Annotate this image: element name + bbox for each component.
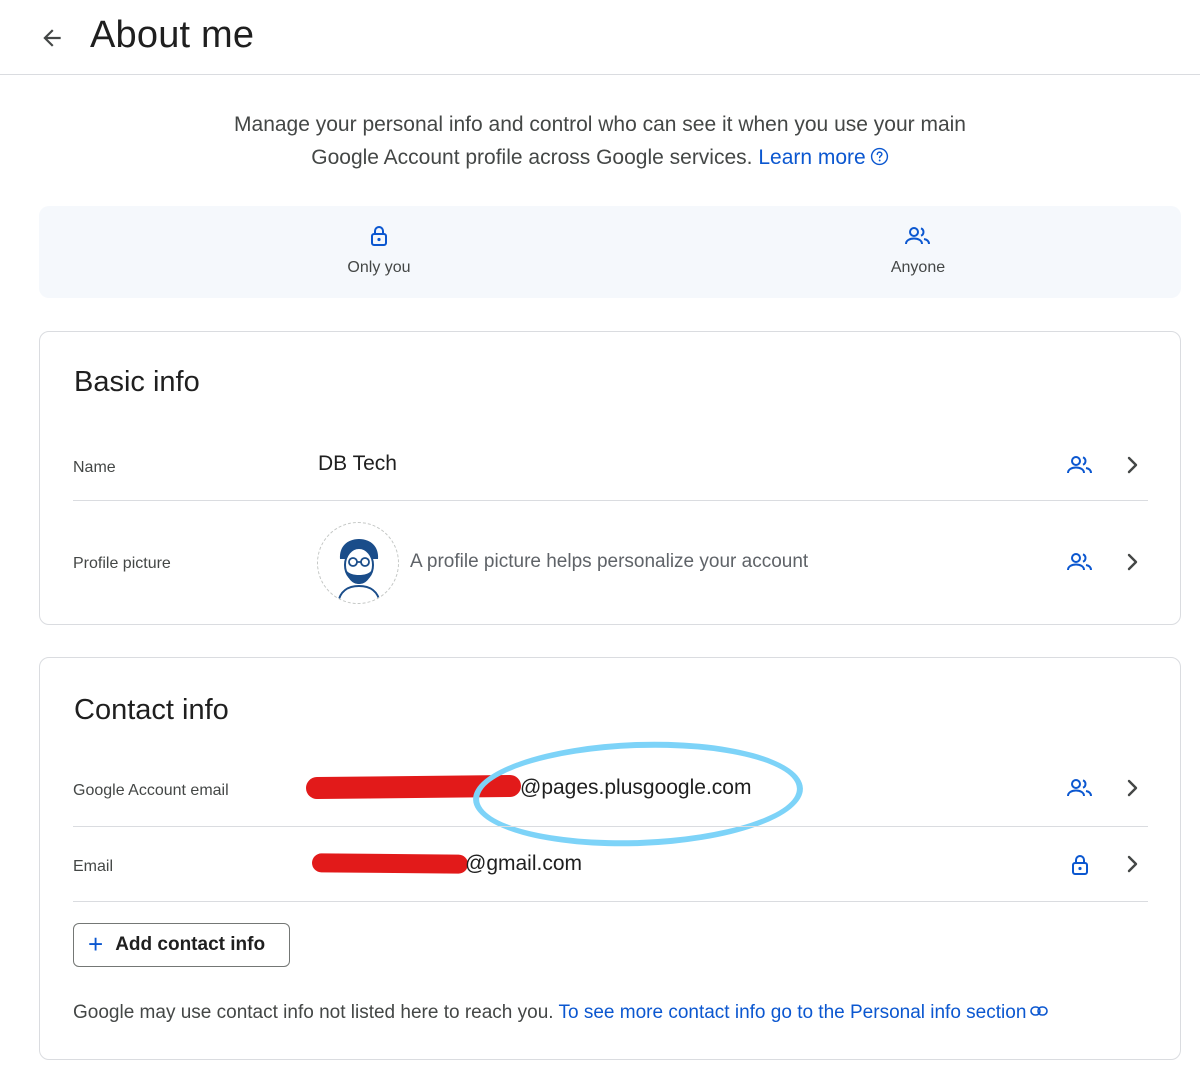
lock-icon: [1066, 851, 1094, 879]
legend-anyone-label: Anyone: [890, 259, 946, 276]
lock-icon: [371, 226, 387, 246]
people-icon: [1066, 451, 1094, 479]
chevron-right-icon: [1120, 550, 1144, 574]
legend-anyone: Anyone: [818, 224, 1018, 277]
intro-line-2: Google Account profile across Google ser…: [0, 141, 1200, 176]
basic-info-title: Basic info: [74, 366, 200, 398]
back-button[interactable]: [34, 20, 70, 56]
row-email-value: @gmail.com: [465, 852, 583, 875]
legend-only-you: Only you: [279, 224, 479, 277]
row-name-value: DB Tech: [318, 452, 397, 475]
row-google-account-email[interactable]: Google Account email @pages.plusgoogle.c…: [73, 736, 1148, 852]
contact-footnote: Google may use contact info not listed h…: [73, 1001, 1049, 1024]
help-circle-icon[interactable]: [870, 143, 889, 176]
legend-only-you-label: Only you: [347, 259, 411, 276]
row-profile-picture[interactable]: Profile picture A profile picture helps …: [73, 501, 1148, 623]
link-icon[interactable]: [1030, 1001, 1049, 1023]
people-icon: [1066, 548, 1094, 576]
footnote-text: Google may use contact info not listed h…: [73, 1002, 554, 1023]
chevron-right-icon: [1120, 852, 1144, 876]
row-name[interactable]: Name DB Tech: [73, 436, 1148, 500]
personal-info-link[interactable]: To see more contact info go to the Perso…: [559, 1002, 1027, 1023]
plus-icon: +: [88, 928, 104, 959]
add-contact-info-label: Add contact info: [115, 934, 266, 955]
row-profile-picture-label: Profile picture: [73, 555, 171, 572]
intro-text: Manage your personal info and control wh…: [0, 108, 1200, 176]
learn-more-link[interactable]: Learn more: [758, 146, 865, 169]
chevron-right-icon: [1120, 453, 1144, 477]
row-email-label: Email: [73, 858, 114, 875]
row-name-label: Name: [73, 459, 116, 476]
people-icon: [1066, 774, 1094, 802]
top-bar: About me: [0, 0, 1200, 75]
contact-info-title: Contact info: [74, 694, 229, 726]
row-email[interactable]: Email @gmail.com: [73, 827, 1148, 901]
people-icon: [905, 227, 930, 245]
redaction-mark: [311, 853, 469, 874]
basic-info-card: Basic info Name DB Tech Profile picture …: [39, 331, 1181, 625]
chevron-right-icon: [1120, 776, 1144, 800]
divider: [73, 901, 1148, 902]
profile-picture-hint: A profile picture helps personalize your…: [410, 551, 809, 572]
intro-line-2-text: Google Account profile across Google ser…: [311, 146, 753, 169]
intro-line-1: Manage your personal info and control wh…: [234, 113, 966, 136]
row-google-account-email-label: Google Account email: [73, 782, 229, 799]
avatar[interactable]: [317, 522, 399, 604]
arrow-back-icon: [43, 29, 61, 47]
visibility-legend: Only you Anyone: [39, 206, 1181, 298]
add-contact-info-button[interactable]: + Add contact info: [73, 923, 290, 967]
page-title: About me: [90, 14, 255, 56]
contact-info-card: Contact info Google Account email @pages…: [39, 657, 1181, 1060]
